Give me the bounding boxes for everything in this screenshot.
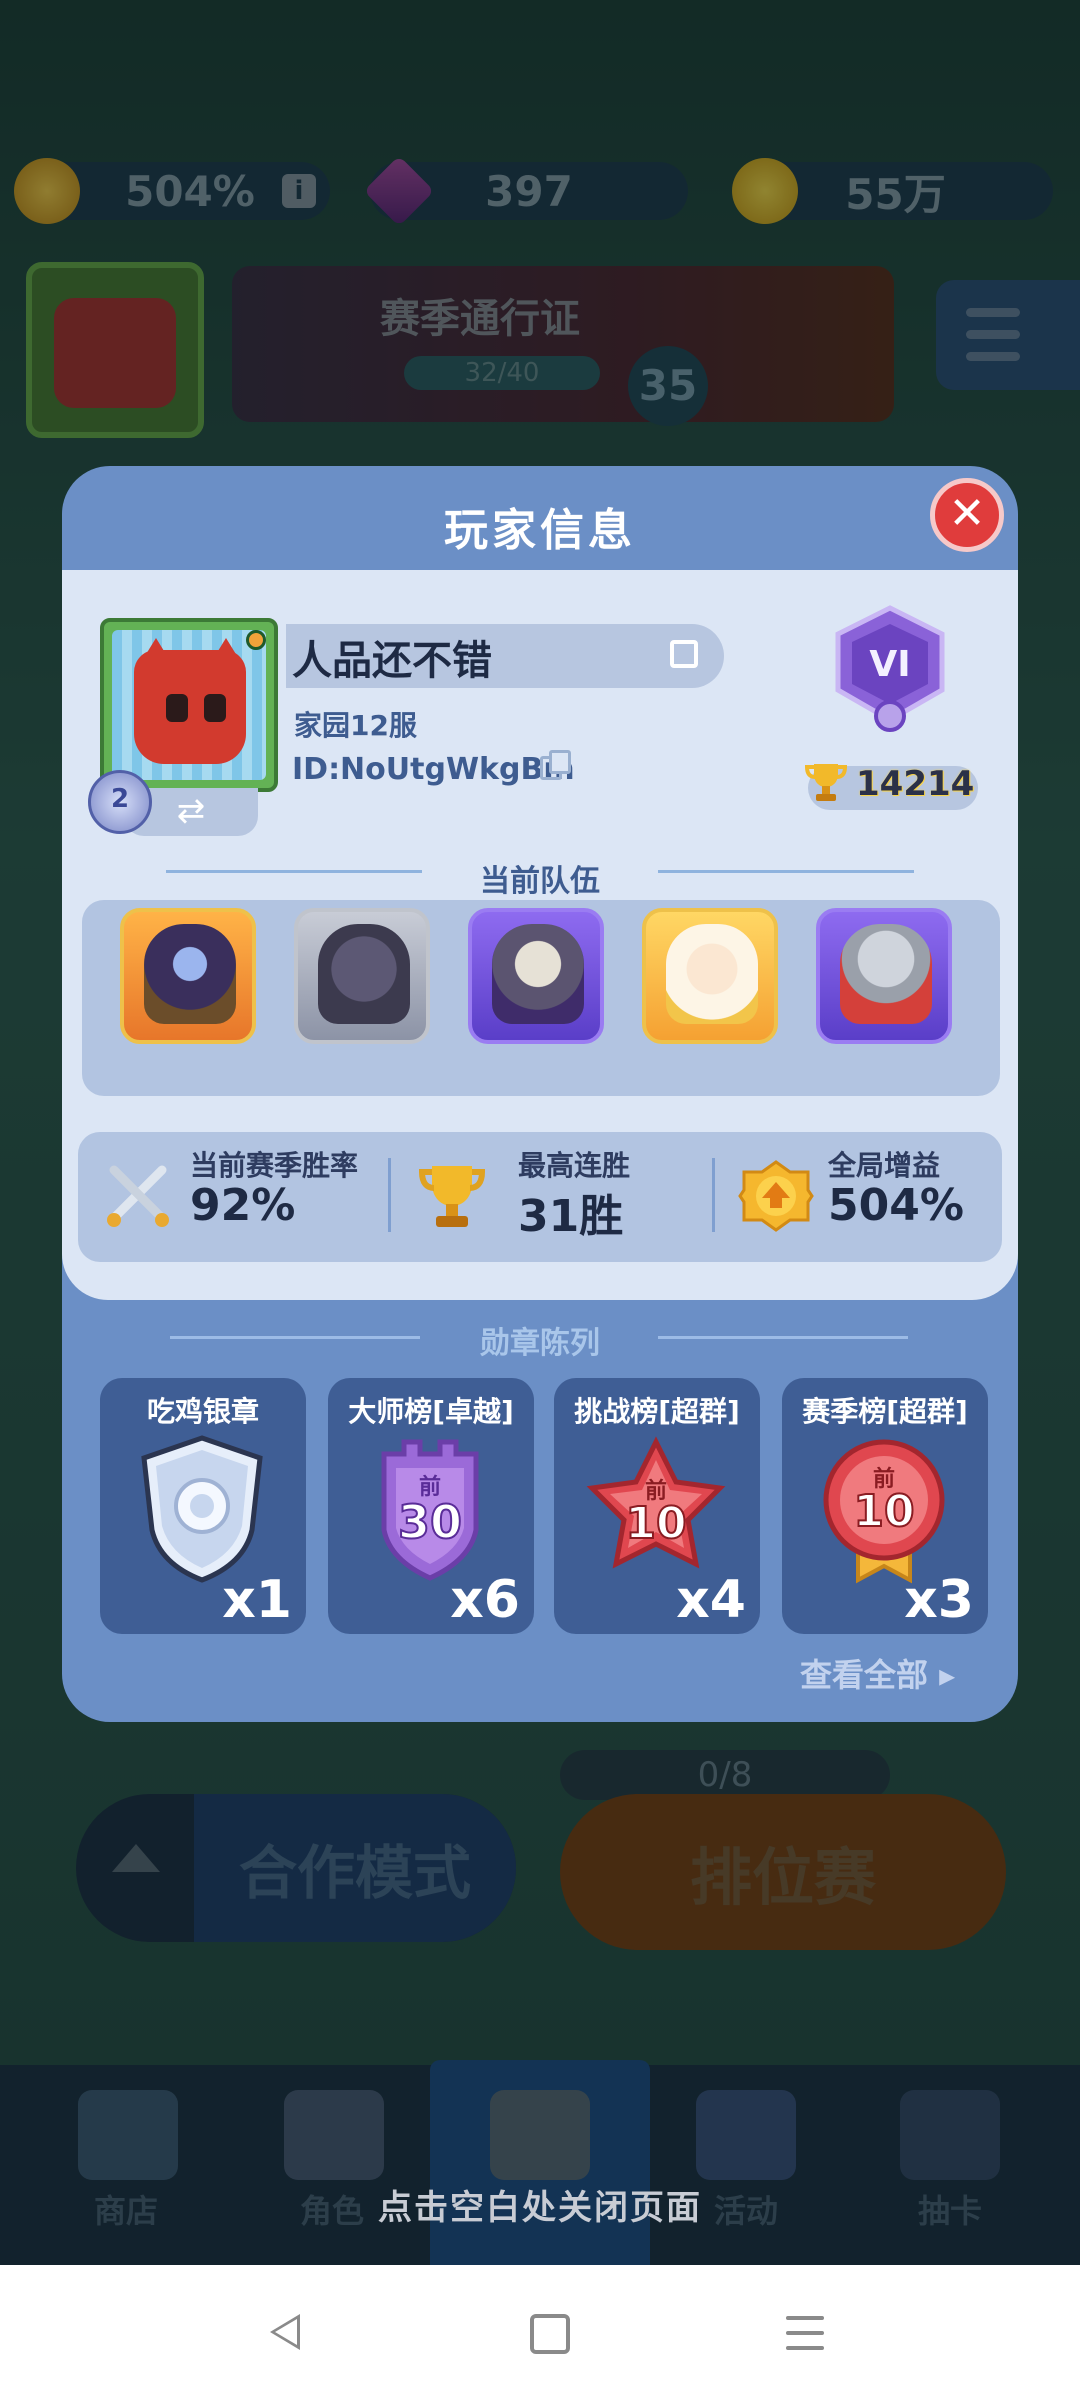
- win-rate-value: 92%: [190, 1180, 296, 1231]
- team-hero-1[interactable]: [120, 908, 256, 1044]
- win-rate-label: 当前赛季胜率: [190, 1149, 359, 1182]
- team-section-title: 当前队伍: [480, 864, 600, 899]
- trophy-count: 14214: [856, 764, 975, 804]
- team-hero-3[interactable]: [468, 908, 604, 1044]
- purple-top30-medal-icon: 前 30: [381, 1439, 479, 1581]
- red-ribbon-top10-medal-icon: 前 10: [823, 1439, 945, 1584]
- medal-card-1[interactable]: 吃鸡银章 x1: [100, 1378, 306, 1634]
- view-all-link[interactable]: 查看全部 ▸: [800, 1650, 955, 1696]
- menu-icon[interactable]: [786, 2316, 824, 2361]
- crossed-swords-icon: [107, 1165, 169, 1227]
- medal-card-3[interactable]: 挑战榜[超群] 前 10 x4: [554, 1378, 760, 1634]
- modal-title: 玩家信息: [444, 505, 636, 556]
- level-badge: 2: [88, 770, 152, 834]
- boost-icon: [738, 1160, 814, 1232]
- svg-text:30: 30: [398, 1495, 462, 1549]
- close-hint[interactable]: 点击空白处关闭页面: [0, 2180, 1080, 2229]
- divider: [712, 1158, 715, 1232]
- trophy-icon: [804, 764, 848, 801]
- player-id: ID:NoUtgWkgBm: [292, 752, 575, 787]
- medal-card-2[interactable]: 大师榜[卓越] 前 30 x6: [328, 1378, 534, 1634]
- home-icon[interactable]: [530, 2314, 570, 2354]
- medal-section-title: 勋章陈列: [480, 1326, 600, 1361]
- svg-text:10: 10: [625, 1498, 686, 1549]
- team-hero-5[interactable]: [816, 908, 952, 1044]
- player-server: 家园12服: [294, 709, 417, 742]
- rank-emblem-icon: VI: [835, 605, 945, 732]
- silver-shield-medal-icon: [141, 1435, 263, 1583]
- streak-value: 31胜: [518, 1191, 624, 1242]
- player-panel: ⇄ 2 人品还不错 家园12服 ID:NoUtgWkgBm VI 14214 当…: [62, 570, 1018, 1300]
- divider: [388, 1158, 391, 1232]
- boost-value: 504%: [828, 1180, 964, 1231]
- medal-card-4[interactable]: 赛季榜[超群] 前 10 x3: [782, 1378, 988, 1634]
- edit-icon[interactable]: [670, 640, 698, 668]
- close-button[interactable]: ✕: [930, 478, 1004, 552]
- team-hero-4[interactable]: [642, 908, 778, 1044]
- svg-text:10: 10: [853, 1486, 914, 1537]
- player-info-modal: 玩家信息 ✕ ⇄ 2 人品还不错 家园12服 ID:NoUtgWkgBm VI: [62, 466, 1018, 1722]
- rank-label: VI: [869, 644, 910, 685]
- trophy-icon: [418, 1166, 486, 1227]
- back-icon[interactable]: [270, 2314, 300, 2350]
- player-avatar[interactable]: [100, 618, 278, 792]
- streak-label: 最高连胜: [518, 1149, 631, 1182]
- boost-label: 全局增益: [828, 1149, 941, 1182]
- red-star-top10-medal-icon: 前 10: [586, 1436, 726, 1569]
- player-name: 人品还不错: [292, 638, 492, 684]
- team-hero-2[interactable]: [294, 908, 430, 1044]
- copy-icon[interactable]: [540, 750, 571, 780]
